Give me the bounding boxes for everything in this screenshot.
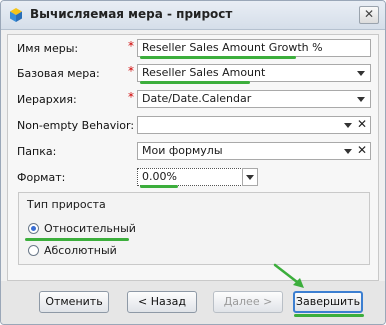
next-button[interactable]: Далее > [213,291,283,313]
finish-button[interactable]: Завершить [293,291,363,313]
app-logo-icon [10,8,22,22]
measure-name-input[interactable]: Reseller Sales Amount Growth % [137,39,371,57]
required-marker: * [128,90,134,104]
hierarchy-value: Date/Date.Calendar [142,92,252,105]
non-empty-select[interactable]: ✕ [137,116,371,134]
base-measure-select[interactable]: Reseller Sales Amount [137,64,371,82]
base-measure-label: Базовая мера: [17,67,100,80]
folder-select[interactable]: Мои формулы ✕ [137,142,371,160]
chevron-down-icon[interactable] [344,149,352,154]
dialog-window: Вычисляемая мера - прирост ✕ Имя меры: *… [0,0,386,325]
required-marker: * [128,39,134,53]
format-label: Формат: [17,171,66,184]
growth-type-group: Тип прироста Относительный Абсолютный [18,192,370,265]
window-title: Вычисляемая мера - прирост [30,7,233,21]
chevron-down-icon[interactable] [344,123,352,128]
chevron-down-icon[interactable] [357,71,365,76]
pointer-arrow-icon [273,263,304,288]
format-dropdown-button[interactable] [242,168,258,186]
folder-label: Папка: [17,145,57,158]
highlight-underline [294,314,364,317]
hierarchy-label: Иерархия: [17,93,77,106]
measure-name-value: Reseller Sales Amount Growth % [142,41,323,54]
radio-relative[interactable] [28,223,39,234]
non-empty-label: Non-empty Behavior: [17,119,135,132]
growth-type-title-text: Тип прироста [27,198,106,211]
format-value: 0.00% [142,170,177,183]
radio-absolute[interactable] [28,245,39,256]
highlight-underline [25,238,129,241]
folder-value: Мои формулы [142,144,223,157]
format-combobox[interactable]: 0.00% [137,168,243,186]
radio-relative-label[interactable]: Относительный [44,222,136,235]
close-button[interactable]: ✕ [359,6,379,24]
chevron-down-icon[interactable] [357,97,365,102]
hierarchy-select[interactable]: Date/Date.Calendar [137,90,371,108]
radio-absolute-label[interactable]: Абсолютный [44,244,117,257]
base-measure-value: Reseller Sales Amount [142,66,266,79]
clear-icon[interactable]: ✕ [357,143,367,157]
back-button[interactable]: < Назад [127,291,197,313]
title-bar: Вычисляемая мера - прирост ✕ [1,1,385,30]
highlight-underline [140,185,178,188]
chevron-down-icon[interactable] [246,175,254,180]
required-marker: * [128,64,134,78]
measure-name-label: Имя меры: [17,42,79,55]
highlight-underline [140,81,250,84]
clear-icon[interactable]: ✕ [357,117,367,131]
form-panel: Имя меры: * Reseller Sales Amount Growth… [7,34,379,281]
highlight-underline [140,56,296,59]
cancel-button[interactable]: Отменить [39,291,109,313]
close-icon: ✕ [363,7,375,21]
